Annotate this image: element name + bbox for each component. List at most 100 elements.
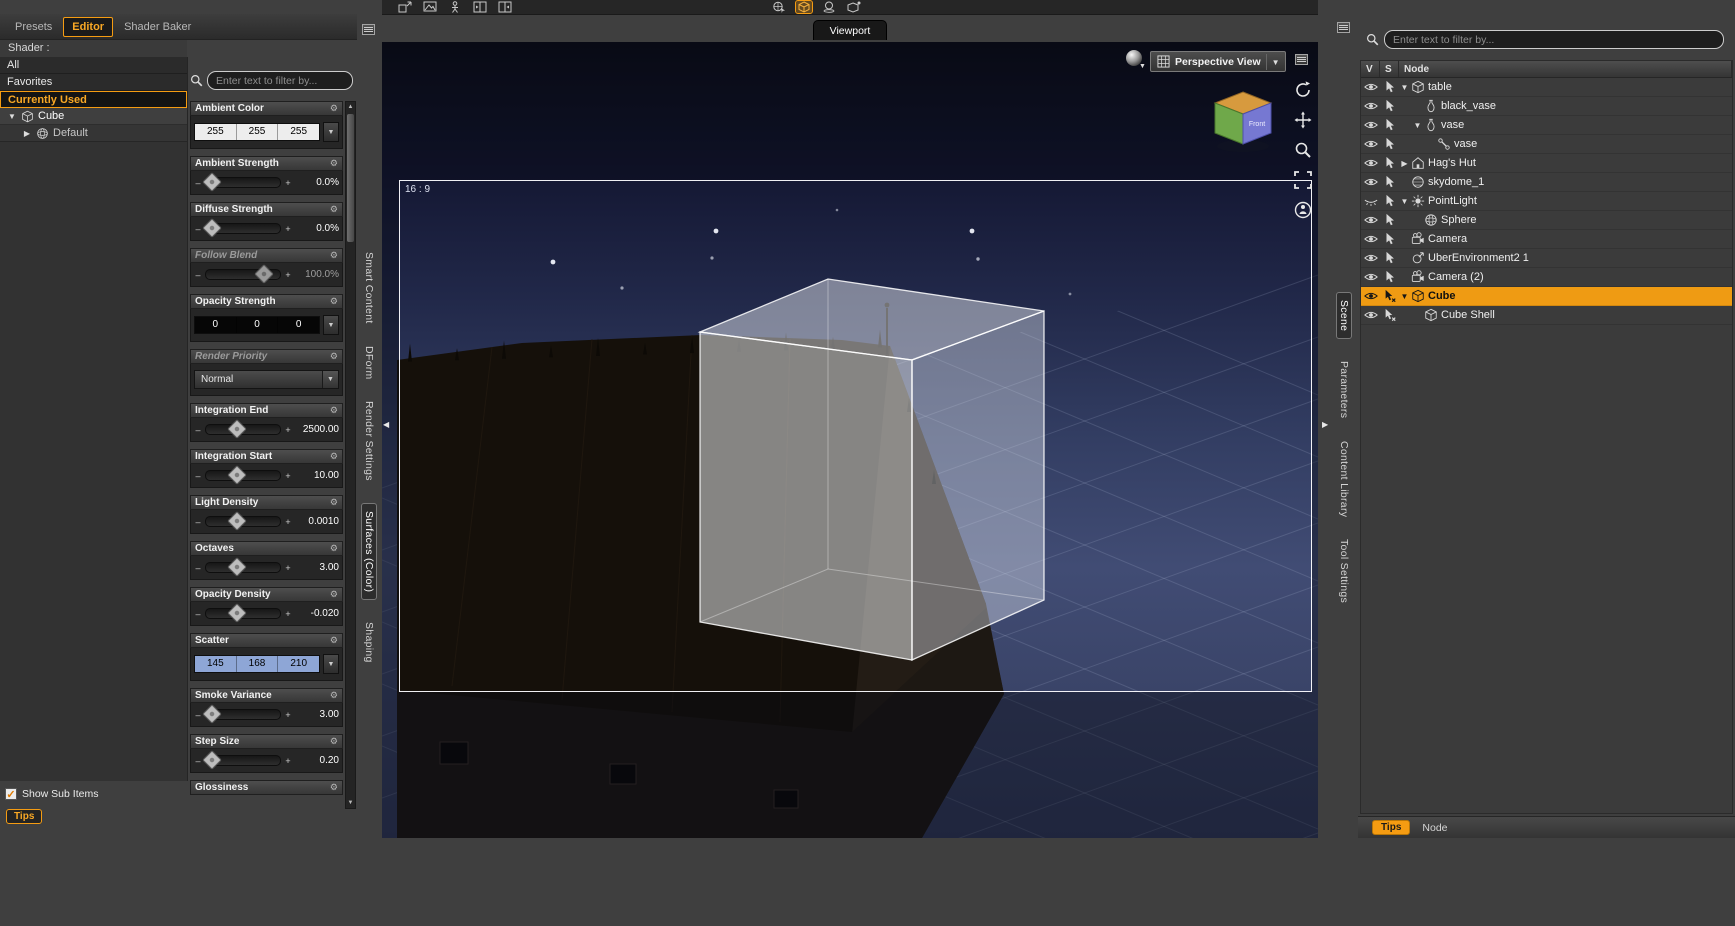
slider-track[interactable] [205, 557, 281, 577]
tab-shaping[interactable]: Shaping [363, 622, 375, 663]
left-pane-menu-icon[interactable] [362, 24, 375, 35]
selectability-toggle[interactable] [1380, 99, 1399, 113]
slider-increment-button[interactable]: + [284, 563, 292, 573]
figure-icon[interactable] [447, 1, 463, 13]
view-selector[interactable]: Perspective View ▼ [1150, 51, 1286, 72]
gear-icon[interactable]: ⚙ [330, 352, 338, 361]
selectability-toggle[interactable] [1380, 213, 1399, 227]
pan-tool-icon[interactable] [1293, 110, 1313, 130]
visibility-toggle[interactable] [1361, 194, 1380, 208]
dropdown[interactable]: Normal ▼ [194, 370, 339, 389]
color-dropdown-button[interactable]: ▼ [323, 315, 339, 335]
tab-dform[interactable]: DForm [363, 346, 375, 380]
preset-item-cube[interactable]: ▼ Cube [0, 108, 187, 125]
param-group-header[interactable]: Diffuse Strength ⚙ [190, 202, 343, 217]
param-group-header[interactable]: Ambient Color ⚙ [190, 101, 343, 116]
tips-button-left[interactable]: Tips [6, 809, 43, 824]
viewport-3d[interactable]: 16 : 9 ▼ Perspective View ▼ Front [382, 42, 1318, 838]
visibility-toggle[interactable] [1361, 156, 1380, 170]
color-component-value[interactable]: 255 [236, 124, 279, 140]
scene-node-cube-shell[interactable]: Cube Shell [1361, 306, 1732, 325]
view-selector-dropdown-arrow[interactable]: ▼ [1265, 53, 1285, 70]
slider-handle[interactable] [227, 603, 247, 623]
expander-icon[interactable]: ▼ [7, 112, 17, 121]
visibility-toggle[interactable] [1361, 251, 1380, 265]
color-component-value[interactable]: 255 [195, 124, 237, 140]
tab-render-settings[interactable]: Render Settings [363, 401, 375, 481]
slider-decrement-button[interactable]: – [194, 609, 202, 619]
expander-icon[interactable]: ▼ [1399, 292, 1410, 301]
visibility-toggle[interactable] [1361, 308, 1380, 322]
tab-shader-baker[interactable]: Shader Baker [116, 18, 199, 36]
preset-item-all[interactable]: All [0, 57, 187, 74]
frame-tool-icon[interactable] [1293, 170, 1313, 190]
tips-button-right[interactable]: Tips [1372, 820, 1411, 835]
param-group-header[interactable]: Follow Blend ⚙ [190, 248, 343, 263]
viewport-options-icon[interactable] [1295, 54, 1308, 65]
slider-handle[interactable] [202, 704, 222, 724]
color-component-value[interactable]: 0 [236, 317, 279, 333]
param-group-header[interactable]: Render Priority ⚙ [190, 349, 343, 364]
selectability-toggle[interactable] [1380, 80, 1399, 94]
param-filter-input[interactable] [207, 71, 353, 90]
tab-content-library[interactable]: Content Library [1338, 441, 1350, 517]
color-component-value[interactable]: 0 [195, 317, 237, 333]
slider-increment-button[interactable]: + [284, 756, 292, 766]
tab-editor[interactable]: Editor [63, 16, 114, 37]
gear-icon[interactable]: ⚙ [330, 737, 338, 746]
slider-increment-button[interactable]: + [284, 224, 292, 234]
scene-node-vase[interactable]: vase [1361, 135, 1732, 154]
preset-item-currently-used[interactable]: Currently Used [0, 91, 187, 108]
slider-handle[interactable] [227, 465, 247, 485]
color-component-value[interactable]: 145 [195, 656, 237, 672]
cube-dot-icon[interactable] [846, 1, 862, 13]
slider-track[interactable] [205, 419, 281, 439]
scene-node-hag-s-hut[interactable]: ▶ Hag's Hut [1361, 154, 1732, 173]
selectability-toggle[interactable] [1380, 137, 1399, 151]
scene-node-pointlight[interactable]: ▼ PointLight [1361, 192, 1732, 211]
slider-decrement-button[interactable]: – [194, 425, 202, 435]
selectability-toggle[interactable] [1380, 118, 1399, 132]
gear-icon[interactable]: ⚙ [330, 783, 338, 792]
gear-icon[interactable]: ⚙ [330, 406, 338, 415]
globe-cursor-icon[interactable] [771, 1, 787, 13]
gear-icon[interactable]: ⚙ [330, 104, 338, 113]
view-cube-gizmo[interactable]: Front [1208, 88, 1278, 154]
param-group-header[interactable]: Step Size ⚙ [190, 734, 343, 749]
slider-decrement-button[interactable]: – [194, 224, 202, 234]
scene-filter-input[interactable] [1384, 30, 1724, 49]
gear-icon[interactable]: ⚙ [330, 205, 338, 214]
box-arrow-icon[interactable] [397, 1, 413, 13]
expander-icon[interactable]: ▼ [1399, 197, 1410, 206]
slider-track[interactable] [205, 603, 281, 623]
slider-handle[interactable] [202, 218, 222, 238]
tab-parameters[interactable]: Parameters [1338, 361, 1350, 418]
param-group-header[interactable]: Octaves ⚙ [190, 541, 343, 556]
preset-item-default[interactable]: ▶ Default [0, 125, 187, 142]
slider-decrement-button[interactable]: – [194, 471, 202, 481]
slider-track[interactable] [202, 218, 281, 238]
checkbox-checked-icon[interactable]: ✓ [5, 788, 17, 801]
visibility-toggle[interactable] [1361, 175, 1380, 189]
scene-node-uberenvironment2-1[interactable]: UberEnvironment2 1 [1361, 249, 1732, 268]
param-scrollbar[interactable]: ▲ ▼ [345, 101, 356, 809]
scrollbar-thumb[interactable] [347, 114, 354, 242]
slider-increment-button[interactable]: + [284, 425, 292, 435]
slider-track[interactable] [205, 465, 281, 485]
slider-track[interactable] [202, 750, 281, 770]
param-group-header[interactable]: Scatter ⚙ [190, 633, 343, 648]
slider-track[interactable] [202, 172, 281, 192]
slider-decrement-button[interactable]: – [194, 756, 202, 766]
zoom-tool-icon[interactable] [1293, 140, 1313, 160]
collapse-left-pane-icon[interactable]: ◀ [383, 420, 389, 429]
scene-node-camera[interactable]: Camera [1361, 230, 1732, 249]
selectability-toggle[interactable] [1380, 156, 1399, 170]
scroll-up-icon[interactable]: ▲ [346, 104, 355, 110]
color-component-value[interactable]: 0 [278, 317, 320, 333]
visibility-toggle[interactable] [1361, 289, 1380, 303]
slider-increment-button[interactable]: + [284, 710, 292, 720]
slider-handle[interactable] [253, 264, 274, 284]
gear-icon[interactable]: ⚙ [330, 452, 338, 461]
param-group-header[interactable]: Ambient Strength ⚙ [190, 156, 343, 171]
param-group-header[interactable]: Smoke Variance ⚙ [190, 688, 343, 703]
